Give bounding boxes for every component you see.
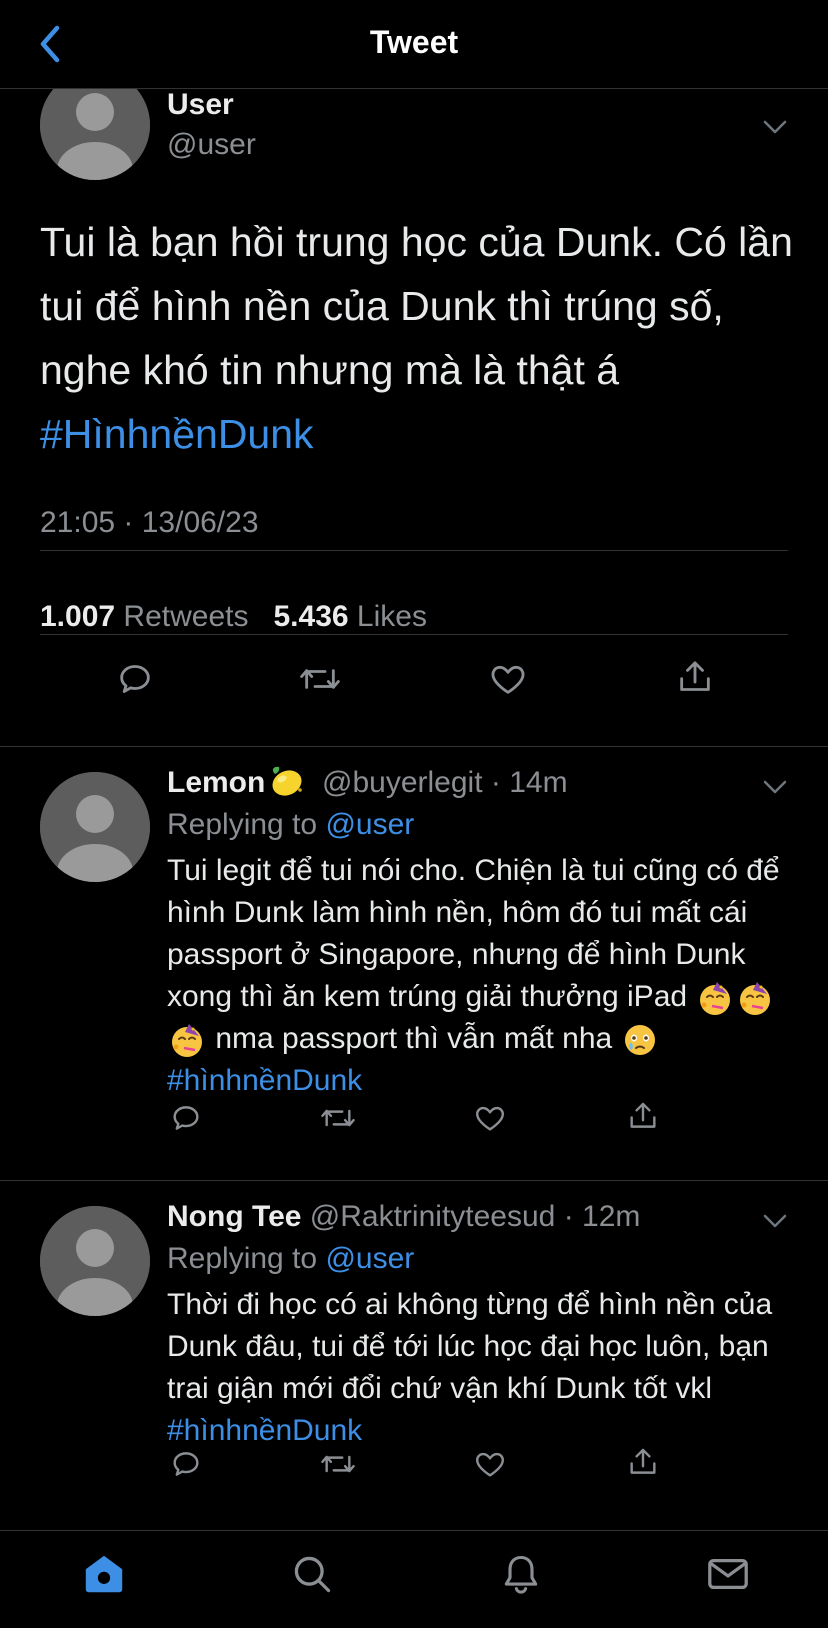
retweets-count[interactable]: 1.007 [40,600,115,633]
author-name[interactable]: User [167,88,234,122]
reply-button[interactable] [166,1098,206,1138]
reply-icon [173,1106,199,1130]
share-icon [630,1448,656,1474]
separator-dot: · [490,766,501,799]
home-icon [85,1555,123,1593]
tab-bar [0,1530,828,1628]
default-avatar-icon [40,772,150,882]
retweet-icon [300,669,340,689]
reply-time: 12m [582,1200,641,1233]
messages-icon [708,1558,748,1590]
retweet-icon [321,1455,355,1473]
reply-text: Thời đi học có ai không từng để hình nền… [167,1284,802,1452]
face-holding-back-tears-icon [624,1025,655,1056]
share-button[interactable] [672,654,718,700]
list-item[interactable]: Nong Tee @Raktrinityteesud · 12m Replyin… [0,1180,828,1530]
reply-icon [173,1452,199,1476]
replying-to: Replying to @user [167,808,414,842]
partying-face-icon [740,982,771,1016]
tweet-timestamp: 21:05 · 13/06/23 [40,506,259,539]
tab-search[interactable] [287,1549,337,1599]
search-icon [294,1556,331,1593]
reply-button[interactable] [166,1444,206,1484]
separator-dot: · [563,1200,574,1233]
heart-icon [491,665,525,694]
lemon-icon [272,766,303,796]
like-button[interactable] [470,1098,510,1138]
retweets-label[interactable]: Retweets [123,600,248,633]
share-icon [680,661,710,691]
retweet-button[interactable] [318,1444,358,1484]
likes-label[interactable]: Likes [357,600,427,633]
share-button[interactable] [623,1096,663,1136]
replying-label: Replying to [167,1242,318,1275]
avatar[interactable] [40,1206,150,1316]
reply-time: 14m [509,766,568,799]
reply-body-continued: nma passport thì vẫn mất nha [215,1022,613,1056]
chevron-down-icon[interactable] [760,112,790,142]
reply-button[interactable] [112,656,158,702]
reply-author-name[interactable]: Lemon [167,766,265,799]
reply-author-name[interactable]: Nong Tee [167,1200,301,1233]
avatar[interactable] [40,772,150,882]
hashtag-link[interactable]: #hìnhnềnDunk [167,1414,362,1447]
hashtag-link[interactable]: #hìnhnềnDunk [167,1064,362,1097]
heart-icon [476,1106,504,1131]
partying-face-icon [700,982,731,1016]
partying-face-icon [172,1024,202,1058]
retweet-button[interactable] [297,656,343,702]
replying-to: Replying to @user [167,1242,414,1276]
tab-home[interactable] [79,1549,129,1599]
heart-icon [476,1452,504,1477]
author-handle[interactable]: @user [167,128,256,162]
reply-text: Tui legit để tui nói cho. Chiện là tui c… [167,850,802,1102]
notifications-icon [504,1555,538,1594]
like-button[interactable] [470,1444,510,1484]
page-title: Tweet [369,24,459,60]
divider [40,550,788,551]
share-button[interactable] [623,1442,663,1482]
reply-body: Tui legit để tui nói cho. Chiện là tui c… [167,854,780,1013]
share-icon [630,1102,656,1128]
mention-link[interactable]: @user [325,808,414,841]
reply-icon [120,665,150,693]
chevron-down-icon[interactable] [760,772,790,802]
list-item[interactable]: Lemon @buyerlegit · 14m Replying to @use… [0,746,828,1180]
likes-count[interactable]: 5.436 [274,600,349,633]
tweet-text: Tui là bạn hồi trung học của Dunk. Có lầ… [40,210,800,466]
tweet-detail-screen: Tweet User @user Tui là bạn hồi trung họ… [0,0,828,1628]
tweet-stats: 1.007 Retweets 5.436 Likes [40,600,427,634]
like-button[interactable] [485,656,531,702]
replying-label: Replying to [167,808,318,841]
hashtag-link[interactable]: #HìnhnềnDunk [40,411,314,457]
default-avatar-icon [40,1206,150,1316]
retweet-icon [321,1109,355,1127]
reply-body: Thời đi học có ai không từng để hình nền… [167,1288,773,1405]
mention-link[interactable]: @user [325,1242,414,1275]
reply-header: Nong Tee @Raktrinityteesud · 12m [167,1200,640,1234]
tab-messages[interactable] [703,1549,753,1599]
reply-header: Lemon @buyerlegit · 14m [167,766,568,800]
tweet-body: Tui là bạn hồi trung học của Dunk. Có lầ… [40,219,793,393]
divider [40,634,788,635]
chevron-down-icon[interactable] [760,1206,790,1236]
tab-notifications[interactable] [496,1549,546,1599]
reply-author-handle[interactable]: @buyerlegit [322,766,483,799]
reply-author-handle[interactable]: @Raktrinityteesud [310,1200,556,1233]
retweet-button[interactable] [318,1098,358,1138]
header: Tweet [0,0,828,89]
